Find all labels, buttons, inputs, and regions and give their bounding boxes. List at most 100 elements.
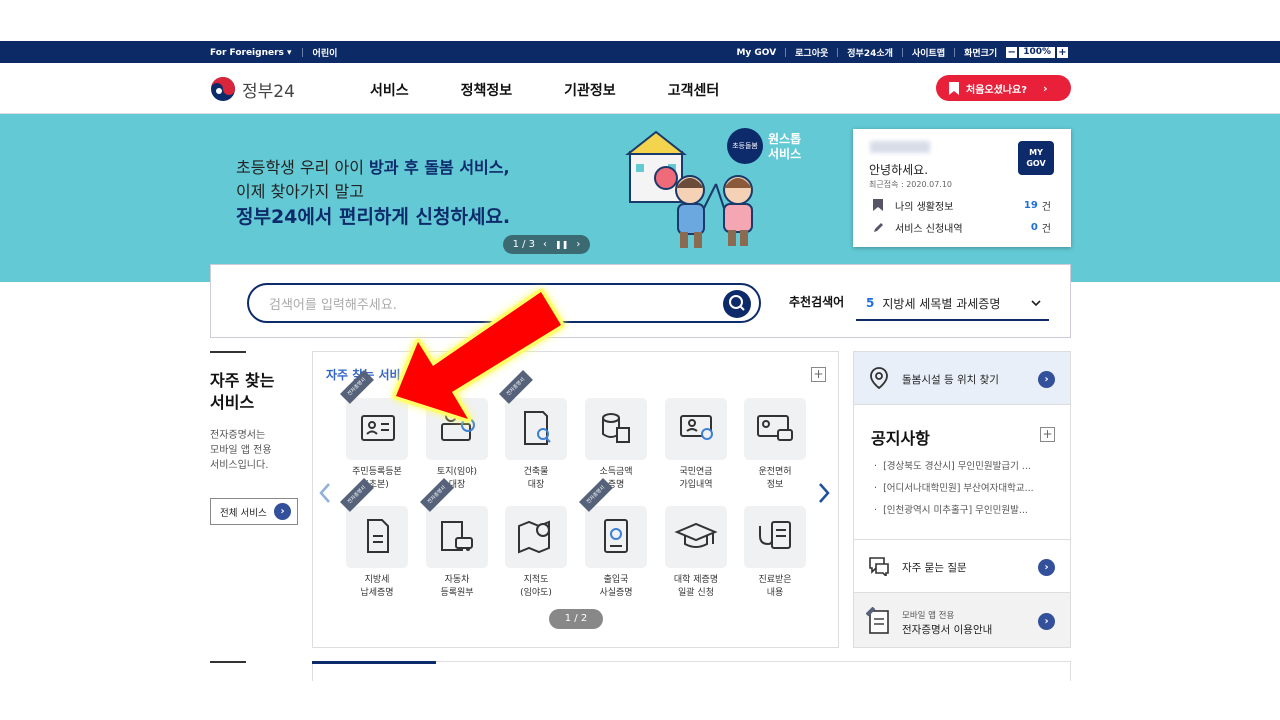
notice-text: [어디서나대학민원] 부산여자대학교... — [883, 483, 1034, 494]
faq-link[interactable]: 자주 묻는 질문 › — [853, 539, 1071, 593]
service-tile-local-tax[interactable]: 전자증명서 — [340, 477, 408, 568]
nav-customer-center[interactable]: 고객센터 — [668, 80, 720, 100]
service-tile-medical-records[interactable] — [744, 506, 806, 568]
services-heading: 자주 찾는 서비니다. — [326, 366, 479, 383]
service-tile-immigration[interactable]: 전자증명서 — [579, 477, 647, 568]
document-icon — [367, 519, 389, 553]
service-tile-building-register[interactable]: 전자증명서 — [499, 369, 567, 460]
notice-item[interactable]: · [인천광역시 미추홀구] 무인민원발... — [874, 500, 1054, 522]
divider — [301, 48, 303, 57]
label-line-1: 소득금액 — [599, 467, 633, 477]
label-line-1: 지방세 — [364, 575, 390, 585]
zoom-in-button[interactable]: + — [1057, 47, 1068, 58]
pencil-icon — [874, 222, 883, 232]
logo-link[interactable]: 정부24 — [210, 76, 295, 102]
chevron-right-icon: › — [274, 503, 291, 520]
for-foreigners-link[interactable]: For Foreigners ▾ — [210, 48, 292, 58]
service-tile-cadastral-map[interactable] — [505, 506, 567, 568]
mobile-guide-label: 전자증명서 이용안내 — [902, 624, 993, 636]
application-history-count: 0 — [1030, 221, 1038, 233]
pause-icon[interactable]: ❚❚ — [555, 240, 568, 249]
service-label: 국민연금 가입내역 — [656, 466, 736, 492]
service-tile-land-register[interactable] — [426, 398, 488, 460]
frequent-services-desc: 전자증명서는 모바일 앱 전용 서비스입니다. — [210, 428, 272, 473]
label-line-1: 자동차 — [444, 575, 470, 585]
recommended-search-select[interactable]: 5 지방세 세목별 과세증명 — [856, 287, 1049, 321]
service-tile-resident-registration[interactable]: 전자증명서 — [340, 369, 408, 460]
more-services-plus-icon[interactable]: + — [811, 367, 826, 382]
notice-item[interactable]: · [어디서나대학민원] 부산여자대학교... — [874, 478, 1054, 500]
label-line-1: 출입국 — [603, 575, 629, 585]
blurred-username — [870, 141, 930, 153]
frequent-services-panel: 자주 찾는 서비니다. + 전자증명서 주민등록등본(초본) 토지(임야)대장 … — [312, 351, 839, 648]
label-line-1: 진료받은 — [758, 575, 792, 585]
mygov-button[interactable]: MY GOV — [1018, 141, 1054, 175]
intro-link[interactable]: 정부24소개 — [847, 46, 893, 59]
logout-link[interactable]: 로그아웃 — [795, 46, 828, 59]
sitemap-link[interactable]: 사이트맵 — [912, 46, 945, 59]
first-visit-button[interactable]: 처음오셨나요? › — [936, 75, 1071, 101]
more-notices-plus-icon[interactable]: + — [1040, 427, 1055, 442]
kids-link[interactable]: 어린이 — [313, 46, 338, 59]
mygov-badge-line-1: MY — [1029, 148, 1043, 157]
id-card-icon — [361, 415, 395, 441]
search-button[interactable] — [723, 290, 751, 318]
search-input[interactable]: 검색어를 입력해주세요. — [247, 283, 761, 323]
mygov-link[interactable]: My GOV — [736, 48, 776, 58]
divider — [785, 48, 787, 57]
service-tile-national-pension[interactable] — [665, 398, 727, 460]
map-pin-laptop-icon — [441, 410, 475, 441]
application-history-label: 서비스 신청내역 — [895, 223, 963, 235]
next-arrow-icon[interactable] — [817, 482, 831, 504]
nav-policy[interactable]: 정책정보 — [461, 80, 513, 100]
application-history-row[interactable]: 서비스 신청내역 0 건 — [873, 218, 1051, 236]
nav-service[interactable]: 서비스 — [370, 80, 409, 100]
next-icon[interactable]: › — [576, 239, 580, 250]
notice-title: 공지사항 — [871, 429, 930, 448]
service-tile-income-certificate[interactable] — [585, 398, 647, 460]
service-label: 자동차 등록원부 — [417, 574, 497, 600]
prev-arrow-icon[interactable] — [318, 482, 332, 504]
label-line-1: 국민연금 — [679, 467, 713, 477]
care-facility-finder[interactable]: 돌봄시설 등 위치 찾기 › — [853, 351, 1071, 405]
notice-list: · [경상북도 경산시] 무인민원발급기 ... · [어디서나대학민원] 부산… — [874, 456, 1054, 522]
label-line-2: 증명 — [607, 480, 625, 490]
desc-line-3: 서비스입니다. — [210, 460, 269, 471]
service-tile-vehicle-register[interactable]: 전자증명서 — [420, 477, 488, 568]
banner-text: 초등학생 우리 아이 — [236, 158, 370, 177]
nav-agency[interactable]: 기관정보 — [564, 80, 616, 100]
one-stop-badge: 원스톱 서비스 — [768, 132, 801, 162]
bottom-tab-indicator — [312, 661, 436, 664]
label-line-1: 대학 제증명 — [673, 575, 719, 585]
count-unit: 건 — [1041, 223, 1051, 235]
document-ribbon-icon — [866, 607, 889, 634]
search-placeholder: 검색어를 입력해주세요. — [269, 297, 397, 313]
label-line-2: 대장 — [527, 480, 545, 490]
title-line-1: 자주 찾는 — [210, 371, 275, 390]
location-pin-icon — [870, 367, 888, 389]
passport-icon — [604, 519, 628, 553]
logo-text: 정부24 — [242, 81, 295, 102]
last-access: 최근접속 : 2020.07.10 — [869, 180, 953, 189]
label-line-2: (초본) — [365, 480, 389, 490]
life-info-row[interactable]: 나의 생활정보 19 건 — [873, 196, 1051, 214]
prev-icon[interactable]: ‹ — [543, 239, 547, 250]
mygov-card: 안녕하세요. 최근접속 : 2020.07.10 MY GOV 나의 생활정보 … — [853, 129, 1071, 247]
service-tile-university-certificate[interactable] — [665, 506, 727, 568]
badge-line-2: 서비스 — [768, 147, 802, 161]
zoom-out-button[interactable]: − — [1006, 47, 1018, 58]
life-info-label: 나의 생활정보 — [895, 201, 954, 213]
zoom-value: 100% — [1019, 47, 1055, 58]
care-facility-label: 돌봄시설 등 위치 찾기 — [902, 374, 999, 386]
label-line-2: 납세증명 — [360, 588, 394, 598]
notice-item[interactable]: · [경상북도 경산시] 무인민원발급기 ... — [874, 456, 1054, 478]
zoom-control: − 100% + — [1006, 47, 1068, 58]
mobile-certificate-guide[interactable]: 모바일 앱 전용 전자증명서 이용안내 › — [853, 592, 1071, 648]
frequent-services-title: 자주 찾는 서비스 — [210, 370, 274, 414]
search-section: 검색어를 입력해주세요. 추천검색어 5 지방세 세목별 과세증명 — [210, 264, 1071, 338]
laptop-user-icon — [680, 415, 713, 440]
service-tile-driver-license[interactable] — [744, 398, 806, 460]
car-document-icon — [441, 521, 473, 551]
recommended-search-label: 추천검색어 — [789, 295, 845, 309]
all-services-button[interactable]: 전체 서비스 › — [210, 498, 298, 525]
